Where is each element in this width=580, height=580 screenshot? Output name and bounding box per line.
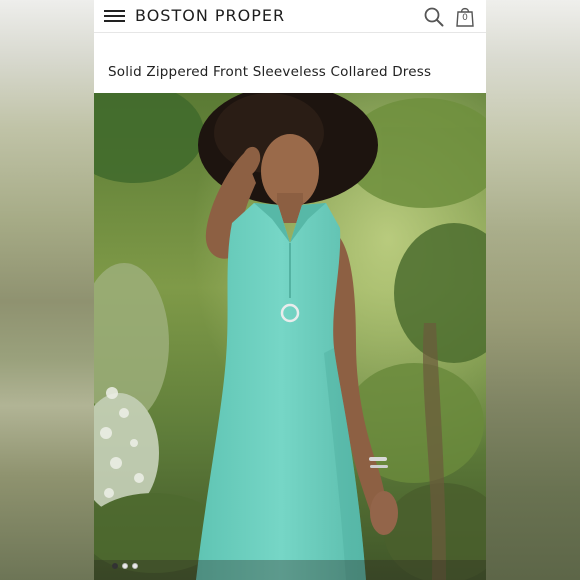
product-image[interactable] [94,93,486,580]
top-navigation-bar: BOSTON PROPER 0 [94,0,486,33]
product-title-area: Solid Zippered Front Sleeveless Collared… [94,33,486,93]
carousel-dot-3[interactable] [132,563,138,569]
carousel-dot-1[interactable] [112,563,118,569]
search-icon[interactable] [423,6,445,28]
mobile-page: BOSTON PROPER 0 Solid Zippered Front Sle… [94,0,486,580]
image-carousel-indicators [112,563,138,573]
hamburger-menu-icon[interactable] [104,9,125,24]
product-photo-illustration [94,93,486,580]
bag-item-count: 0 [462,13,468,23]
carousel-dot-2[interactable] [122,563,128,569]
blurred-background-right [486,0,580,580]
blurred-background-left [0,0,94,580]
shopping-bag-button[interactable]: 0 [454,5,476,27]
screenshot-stage: BOSTON PROPER 0 Solid Zippered Front Sle… [0,0,580,580]
brand-logo[interactable]: BOSTON PROPER [135,6,285,26]
product-title: Solid Zippered Front Sleeveless Collared… [108,64,432,80]
